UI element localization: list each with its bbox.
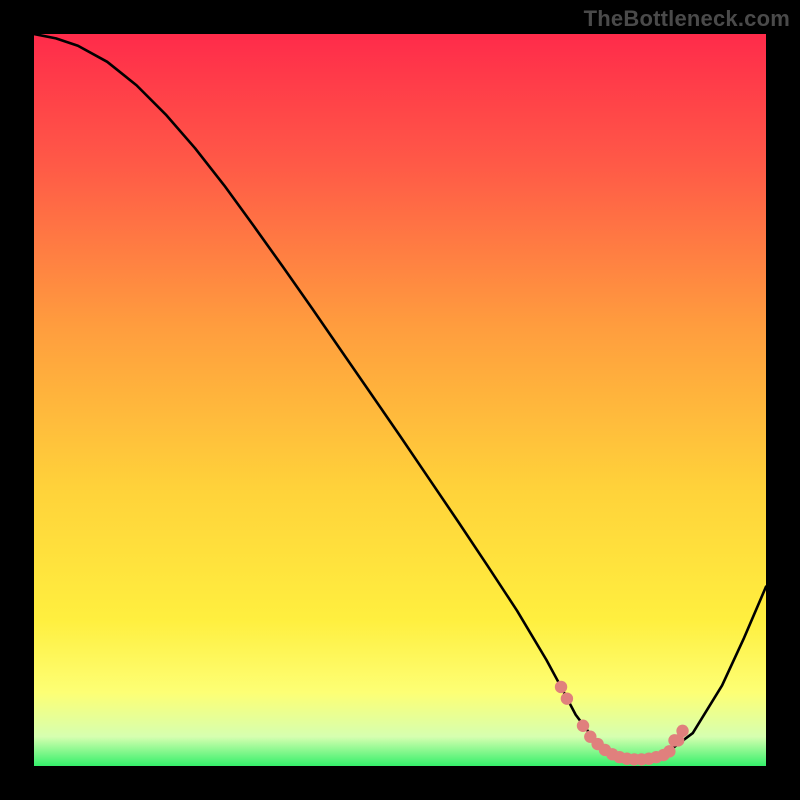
watermark-text: TheBottleneck.com [584,6,790,32]
minimum-marker [663,745,675,757]
chart-svg [34,34,766,766]
minimum-marker [676,725,688,737]
chart-container: TheBottleneck.com [0,0,800,800]
minimum-marker [555,681,567,693]
gradient-background [34,34,766,766]
plot-area [34,34,766,766]
minimum-marker [561,692,573,704]
minimum-marker [577,720,589,732]
